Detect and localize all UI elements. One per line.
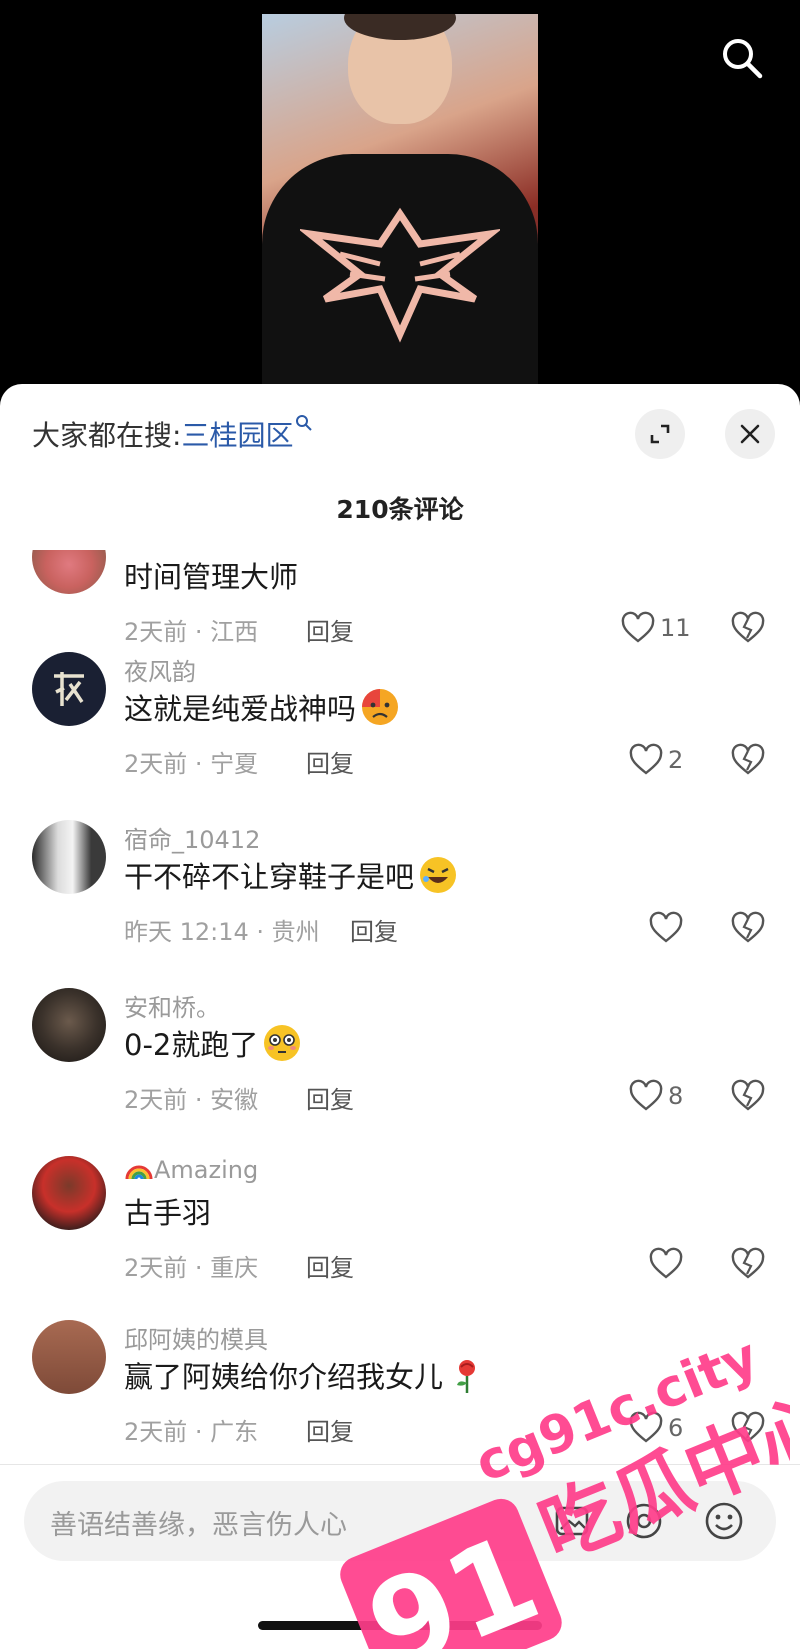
heart-icon: [649, 911, 683, 943]
like-button[interactable]: [648, 910, 688, 946]
expand-button[interactable]: [635, 409, 685, 459]
flushed-face-emoji: [264, 1025, 301, 1061]
comment-meta: 2天前 · 重庆: [124, 1254, 259, 1282]
like-button[interactable]: 8: [628, 1078, 683, 1114]
like-count: 2: [668, 746, 684, 774]
broken-heart-icon[interactable]: [730, 910, 766, 946]
avatar[interactable]: [32, 988, 106, 1062]
rolling-laugh-emoji: [420, 857, 457, 893]
home-indicator: [258, 1621, 542, 1630]
like-button[interactable]: [648, 1246, 688, 1282]
comment-text-content: 这就是纯爱战神吗: [124, 692, 357, 726]
comment-item: 邱阿姨的模具 赢了阿姨给你介绍我女儿 2天前 · 广东 回复 6: [0, 1320, 800, 1450]
reply-button[interactable]: 回复: [350, 912, 398, 947]
comment-count: 210条评论: [336, 495, 464, 524]
broken-heart-icon[interactable]: [730, 742, 766, 778]
small-search-icon: [296, 415, 313, 431]
comment-item: 夜风韵 这就是纯爱战神吗 2天前 · 宁夏 回复 2: [0, 652, 800, 820]
reply-button[interactable]: 回复: [306, 744, 354, 779]
expand-icon: [650, 424, 670, 444]
comment-input-bar: 善语结善缘，恶言伤人心: [0, 1464, 800, 1649]
reply-button[interactable]: 回复: [306, 612, 354, 647]
reply-button[interactable]: 回复: [306, 1248, 354, 1283]
heart-icon: [649, 1247, 683, 1279]
avatar[interactable]: [32, 1320, 106, 1394]
avatar[interactable]: [32, 820, 106, 894]
comment-text-content: 赢了阿姨给你介绍我女儿: [124, 1360, 444, 1394]
comment-text-content: 时间管理大师: [124, 560, 299, 594]
emoji-icon[interactable]: [704, 1501, 744, 1541]
comment-list[interactable]: 时间管理大师 2天前 · 江西 回复 11 夜风韵 这就是纯爱战神吗 2天前 ·…: [0, 550, 800, 1450]
comment-username[interactable]: Amazing: [154, 1156, 258, 1184]
comment-text: 0-2就跑了: [124, 1022, 302, 1064]
close-button[interactable]: [725, 409, 775, 459]
comment-text: 赢了阿姨给你介绍我女儿: [124, 1354, 487, 1396]
broken-heart-icon[interactable]: [730, 610, 766, 646]
heart-icon: [629, 1411, 663, 1443]
comment-input-placeholder: 善语结善缘，恶言伤人心: [50, 1510, 347, 1541]
like-count: 11: [660, 614, 691, 642]
reply-button[interactable]: 回复: [306, 1080, 354, 1115]
comment-text-content: 干不碎不让穿鞋子是吧: [124, 860, 415, 894]
hot-search-keyword[interactable]: 三桂园区: [181, 419, 293, 452]
reply-button[interactable]: 回复: [306, 1412, 354, 1447]
comment-username-row[interactable]: Amazing: [124, 1156, 258, 1184]
search-icon[interactable]: [718, 34, 766, 82]
comment-meta: 2天前 · 宁夏: [124, 750, 259, 778]
avatar[interactable]: [32, 1156, 106, 1230]
hot-search-link[interactable]: 大家都在搜:三桂园区: [32, 414, 313, 454]
broken-heart-icon[interactable]: [730, 1078, 766, 1114]
comment-text: 古手羽: [124, 1190, 211, 1232]
rainbow-emoji: [125, 1165, 153, 1180]
comment-username[interactable]: 夜风韵: [124, 652, 196, 687]
comment-item: Amazing 古手羽 2天前 · 重庆 回复: [0, 1156, 800, 1324]
avatar[interactable]: [32, 652, 106, 726]
comment-sheet-header: 大家都在搜:三桂园区 210条评论: [0, 384, 800, 540]
broken-heart-icon[interactable]: [730, 1410, 766, 1446]
comment-username[interactable]: 安和桥。: [124, 988, 220, 1023]
avatar-calligraphy: [54, 672, 84, 706]
comment-text-content: 0-2就跑了: [124, 1028, 259, 1062]
hot-search-label: 大家都在搜:: [32, 419, 182, 452]
avatar[interactable]: [32, 550, 106, 594]
comment-sheet: 大家都在搜:三桂园区 210条评论 时间管理大师 2天前 · 江西 回复 11: [0, 384, 800, 1649]
like-button[interactable]: 2: [628, 742, 683, 778]
shirt-eagle-graphic: [300, 207, 500, 343]
broken-heart-icon[interactable]: [730, 1246, 766, 1282]
comment-text-content: 古手羽: [124, 1196, 212, 1230]
comment-text: 干不碎不让穿鞋子是吧: [124, 854, 458, 896]
comment-item: 宿命_10412 干不碎不让穿鞋子是吧 昨天 12:14 · 贵州 回复: [0, 820, 800, 988]
like-count: 8: [668, 1082, 684, 1110]
comment-username[interactable]: 宿命_10412: [124, 820, 260, 855]
heart-icon: [621, 611, 655, 643]
close-icon: [740, 424, 760, 444]
like-button[interactable]: 11: [620, 610, 691, 646]
comment-meta: 2天前 · 广东: [124, 1418, 259, 1446]
comment-meta: 2天前 · 江西: [124, 618, 259, 646]
video-player[interactable]: [0, 0, 800, 400]
comment-username[interactable]: 邱阿姨的模具: [124, 1320, 268, 1355]
like-count: 6: [668, 1414, 684, 1442]
like-button[interactable]: 6: [628, 1410, 683, 1446]
heart-icon: [629, 743, 663, 775]
comment-meta: 2天前 · 安徽: [124, 1086, 259, 1114]
comment-text: 这就是纯爱战神吗: [124, 686, 400, 728]
comment-text: 时间管理大师: [124, 554, 298, 596]
sad-face-emoji: [362, 689, 399, 725]
video-frame: [262, 14, 538, 400]
heart-icon: [629, 1079, 663, 1111]
at-icon[interactable]: [624, 1501, 664, 1541]
comment-input[interactable]: 善语结善缘，恶言伤人心: [24, 1481, 776, 1561]
comment-meta: 昨天 12:14 · 贵州: [124, 918, 320, 946]
comment-item: 安和桥。 0-2就跑了 2天前 · 安徽 回复 8: [0, 988, 800, 1156]
image-icon[interactable]: [552, 1501, 592, 1541]
rose-emoji: [457, 1360, 476, 1393]
